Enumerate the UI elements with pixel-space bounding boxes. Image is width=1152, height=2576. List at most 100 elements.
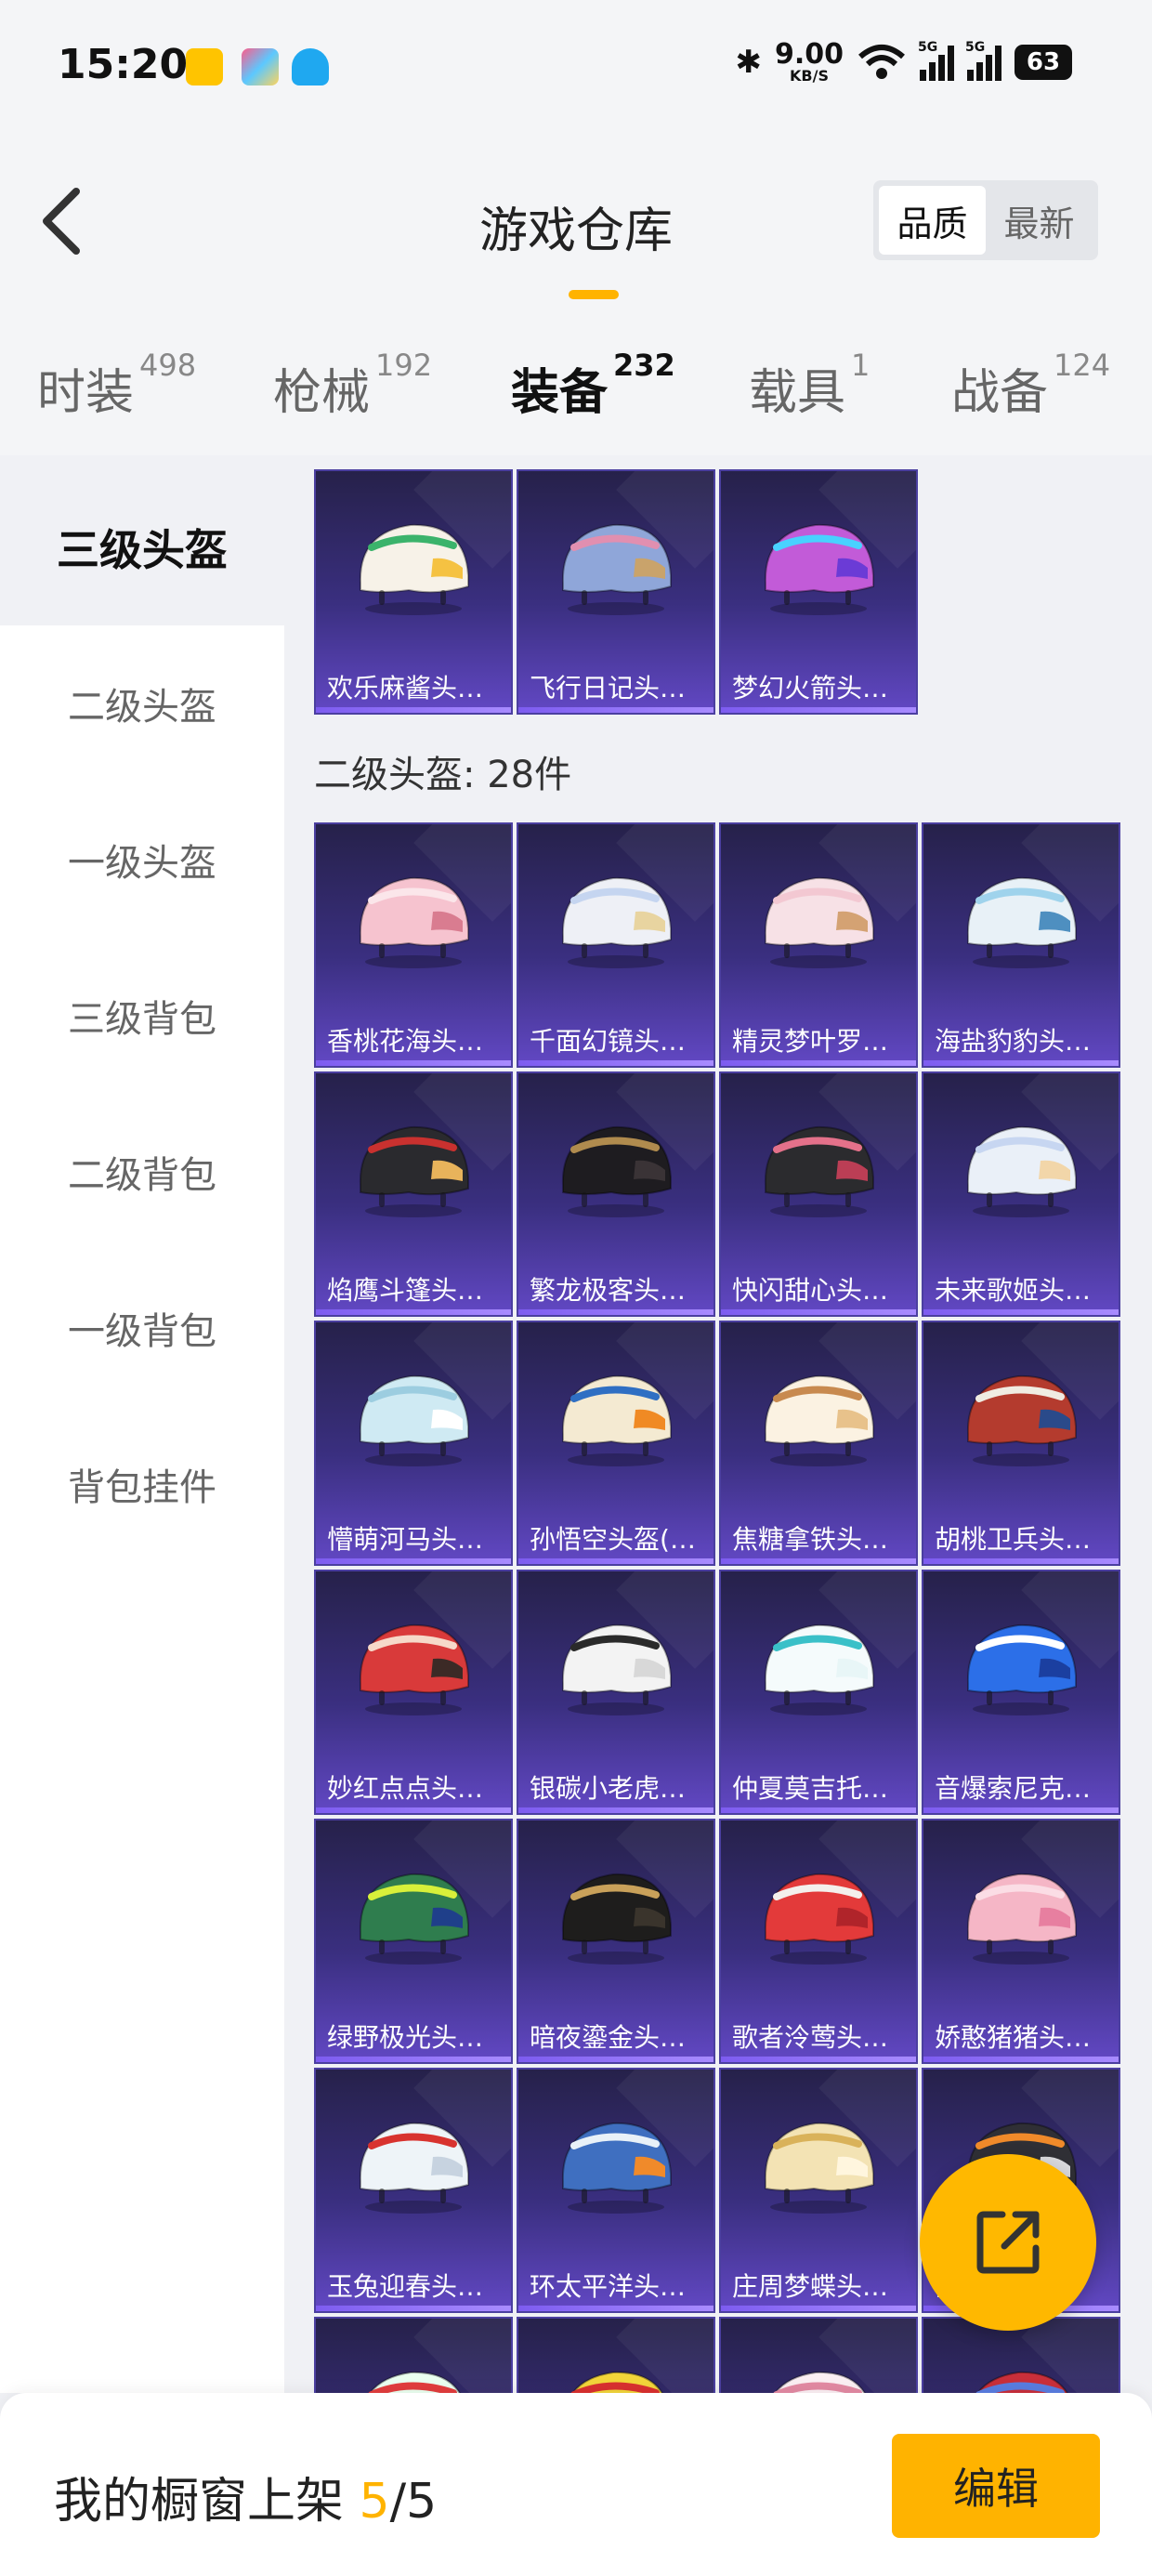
helmet-name: 焦糖拿铁头盔...: [732, 1524, 913, 1555]
helmet-card[interactable]: 胡桃卫兵头盔...: [922, 1321, 1120, 1566]
helmet-image: [764, 1374, 874, 1466]
rarity-bar: [316, 2306, 511, 2311]
status-bar: 15:20 ✱ 9.00 KB/S 5G 5G 63: [0, 0, 1152, 139]
helmet-name: 妙红点点头盔...: [327, 1773, 508, 1804]
helmet-card[interactable]: 妙红点点头盔...: [314, 1570, 513, 1815]
rarity-bar: [721, 707, 916, 713]
sidebar-item-level3-backpack[interactable]: 三级背包: [0, 938, 284, 1094]
helmet-card[interactable]: 庄周梦蝶头盔...: [719, 2068, 918, 2313]
helmet-image: [359, 2122, 469, 2214]
helmet-card[interactable]: 未来歌姬头盔...: [922, 1071, 1120, 1317]
rarity-bar: [518, 2306, 713, 2311]
category-tabs: 时装 498 枪械 192 装备 232 载具 1 战备 124: [0, 348, 1152, 455]
sort-option-newest[interactable]: 最新: [986, 186, 1093, 255]
tab-fashion[interactable]: 时装 498: [37, 348, 196, 423]
helmet-card[interactable]: 繁龙极客头盔...: [517, 1071, 715, 1317]
section-label: 二级头盔: 28件: [314, 754, 572, 796]
tab-guns[interactable]: 枪械 192: [273, 348, 432, 423]
helmet-card[interactable]: [517, 2317, 715, 2393]
rarity-bar: [721, 1807, 916, 1813]
helmet-image: [764, 1873, 874, 1965]
helmet-card[interactable]: 仲夏莫吉托头...: [719, 1570, 918, 1815]
helmet-card[interactable]: 飞行日记头盔...: [517, 469, 715, 715]
helmet-image: [764, 523, 874, 615]
rarity-bar: [316, 1558, 511, 1564]
helmet-name: 精灵梦叶罗丽...: [732, 1026, 913, 1057]
helmet-card[interactable]: 懵萌河马头盔...: [314, 1321, 513, 1566]
sidebar-item-level1-helmet[interactable]: 一级头盔: [0, 782, 284, 938]
helmet-image: [764, 1623, 874, 1715]
helmet-name: 梦幻火箭头盔...: [732, 673, 913, 703]
helmet-card[interactable]: 梦幻火箭头盔...: [719, 469, 918, 715]
tab-supplies[interactable]: 战备 124: [951, 348, 1110, 423]
share-button[interactable]: [920, 2154, 1096, 2331]
showcase-status: 我的橱窗上架 5/5: [54, 2474, 438, 2530]
helmet-card[interactable]: 绿野极光头盔...: [314, 1819, 513, 2064]
helmet-name: 胡桃卫兵头盔...: [935, 1524, 1116, 1555]
helmet-card[interactable]: 暗夜鎏金头盔...: [517, 1819, 715, 2064]
rarity-bar: [518, 1060, 713, 1066]
tab-vehicles[interactable]: 载具 1: [749, 348, 870, 423]
helmet-card[interactable]: 玉兔迎春头盔...: [314, 2068, 513, 2313]
app-notification-icon: [242, 48, 279, 85]
sidebar-item-backpack-charm[interactable]: 背包挂件: [0, 1406, 284, 1562]
rarity-bar: [721, 1558, 916, 1564]
helmet-card[interactable]: 焰鹰斗篷头盔...: [314, 1071, 513, 1317]
sort-option-quality[interactable]: 品质: [879, 186, 986, 255]
helmet-card[interactable]: 海盐豹豹头盔...: [922, 822, 1120, 1068]
helmet-card[interactable]: 歌者泠莺头盔...: [719, 1819, 918, 2064]
tab-equipment[interactable]: 装备 232: [511, 348, 675, 423]
helmet-name: 飞行日记头盔...: [530, 673, 711, 703]
helmet-image: [359, 1873, 469, 1965]
helmet-image: [966, 876, 1077, 968]
sidebar-item-level3-helmet[interactable]: 三级头盔: [0, 469, 284, 625]
active-tab-indicator: [569, 290, 619, 299]
helmet-image: [561, 1873, 672, 1965]
helmet-name: 孙悟空头盔(2...: [530, 1524, 712, 1555]
signal-icon: 5G: [918, 40, 954, 81]
sidebar-item-level2-helmet[interactable]: 二级头盔: [0, 625, 284, 782]
helmet-card[interactable]: 快闪甜心头盔...: [719, 1071, 918, 1317]
rarity-bar: [923, 1309, 1119, 1315]
helmet-card[interactable]: 精灵梦叶罗丽...: [719, 822, 918, 1068]
helmet-image: [561, 2122, 672, 2214]
helmet-name: 快闪甜心头盔...: [732, 1275, 913, 1306]
rarity-bar: [518, 707, 713, 713]
helmet-image: [359, 1623, 469, 1715]
helmet-image: [368, 2371, 461, 2393]
helmet-image: [561, 1623, 672, 1715]
helmet-name: 欢乐麻酱头盔...: [327, 673, 508, 703]
helmet-card[interactable]: 音爆索尼克头...: [922, 1570, 1120, 1815]
helmet-card[interactable]: 千面幻镜头盔...: [517, 822, 715, 1068]
helmet-card[interactable]: 孙悟空头盔(2...: [517, 1321, 715, 1566]
sort-toggle: 品质 最新: [873, 180, 1098, 260]
edit-button[interactable]: 编辑: [892, 2434, 1100, 2538]
sidebar-item-level1-backpack[interactable]: 一级背包: [0, 1250, 284, 1406]
rarity-bar: [923, 2057, 1119, 2062]
rarity-bar: [316, 1060, 511, 1066]
helmet-card[interactable]: 娇憨猪猪头盔...: [922, 1819, 1120, 2064]
rarity-bar: [721, 2057, 916, 2062]
rarity-bar: [518, 1807, 713, 1813]
helmet-name: 绿野极光头盔...: [327, 2022, 508, 2053]
helmet-card[interactable]: 环太平洋头盔...: [517, 2068, 715, 2313]
helmet-card[interactable]: [314, 2317, 513, 2393]
helmet-card[interactable]: [719, 2317, 918, 2393]
helmet-image: [359, 523, 469, 615]
helmet-card[interactable]: 银碳小老虎头...: [517, 1570, 715, 1815]
helmet-name: 海盐豹豹头盔...: [935, 1026, 1116, 1057]
rarity-bar: [316, 2057, 511, 2062]
helmet-name: 玉兔迎春头盔...: [327, 2271, 508, 2302]
helmet-image: [561, 1125, 672, 1217]
helmet-name: 歌者泠莺头盔...: [732, 2022, 913, 2053]
rarity-bar: [721, 1060, 916, 1066]
helmet-name: 焰鹰斗篷头盔...: [327, 1275, 508, 1306]
network-speed: 9.00 KB/S: [774, 38, 844, 85]
helmet-card[interactable]: 焦糖拿铁头盔...: [719, 1321, 918, 1566]
helmet-card[interactable]: 香桃花海头盔...: [314, 822, 513, 1068]
helmet-name: 仲夏莫吉托头...: [732, 1773, 913, 1804]
helmet-card[interactable]: 欢乐麻酱头盔...: [314, 469, 513, 715]
sidebar-item-level2-backpack[interactable]: 二级背包: [0, 1094, 284, 1250]
helmet-image: [764, 876, 874, 968]
helmet-image: [561, 523, 672, 615]
